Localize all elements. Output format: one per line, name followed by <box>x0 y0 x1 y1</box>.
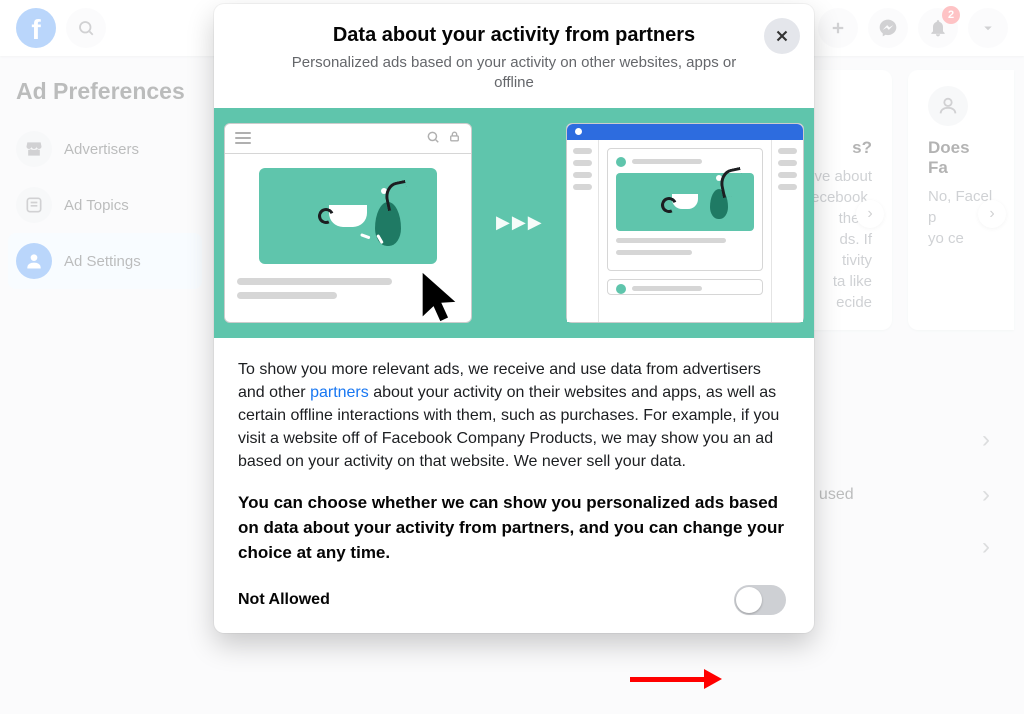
illustration-browser <box>224 123 472 323</box>
allow-toggle[interactable] <box>734 585 786 615</box>
modal-subtitle: Personalized ads based on your activity … <box>274 53 754 94</box>
modal-overlay: Data about your activity from partners P… <box>0 0 1024 714</box>
search-icon <box>426 130 440 147</box>
close-icon <box>773 27 791 45</box>
hamburger-icon <box>235 132 251 144</box>
toggle-row: Not Allowed <box>238 585 790 615</box>
close-button[interactable] <box>764 18 800 54</box>
cursor-icon <box>413 268 471 331</box>
modal-body: To show you more relevant ads, we receiv… <box>214 338 814 634</box>
lock-icon <box>448 130 461 147</box>
modal-bold-paragraph: You can choose whether we can show you p… <box>238 491 790 565</box>
modal-header: Data about your activity from partners P… <box>214 4 814 108</box>
transfer-arrows-icon: ▶▶▶ <box>496 212 542 233</box>
toggle-label: Not Allowed <box>238 591 330 609</box>
modal-paragraph: To show you more relevant ads, we receiv… <box>238 358 790 474</box>
modal-illustration: ▶▶▶ <box>214 108 814 338</box>
illustration-feed <box>566 123 804 323</box>
partner-activity-modal: Data about your activity from partners P… <box>214 4 814 633</box>
annotation-arrow <box>630 669 722 689</box>
modal-title: Data about your activity from partners <box>274 24 754 47</box>
partners-link[interactable]: partners <box>310 384 369 401</box>
